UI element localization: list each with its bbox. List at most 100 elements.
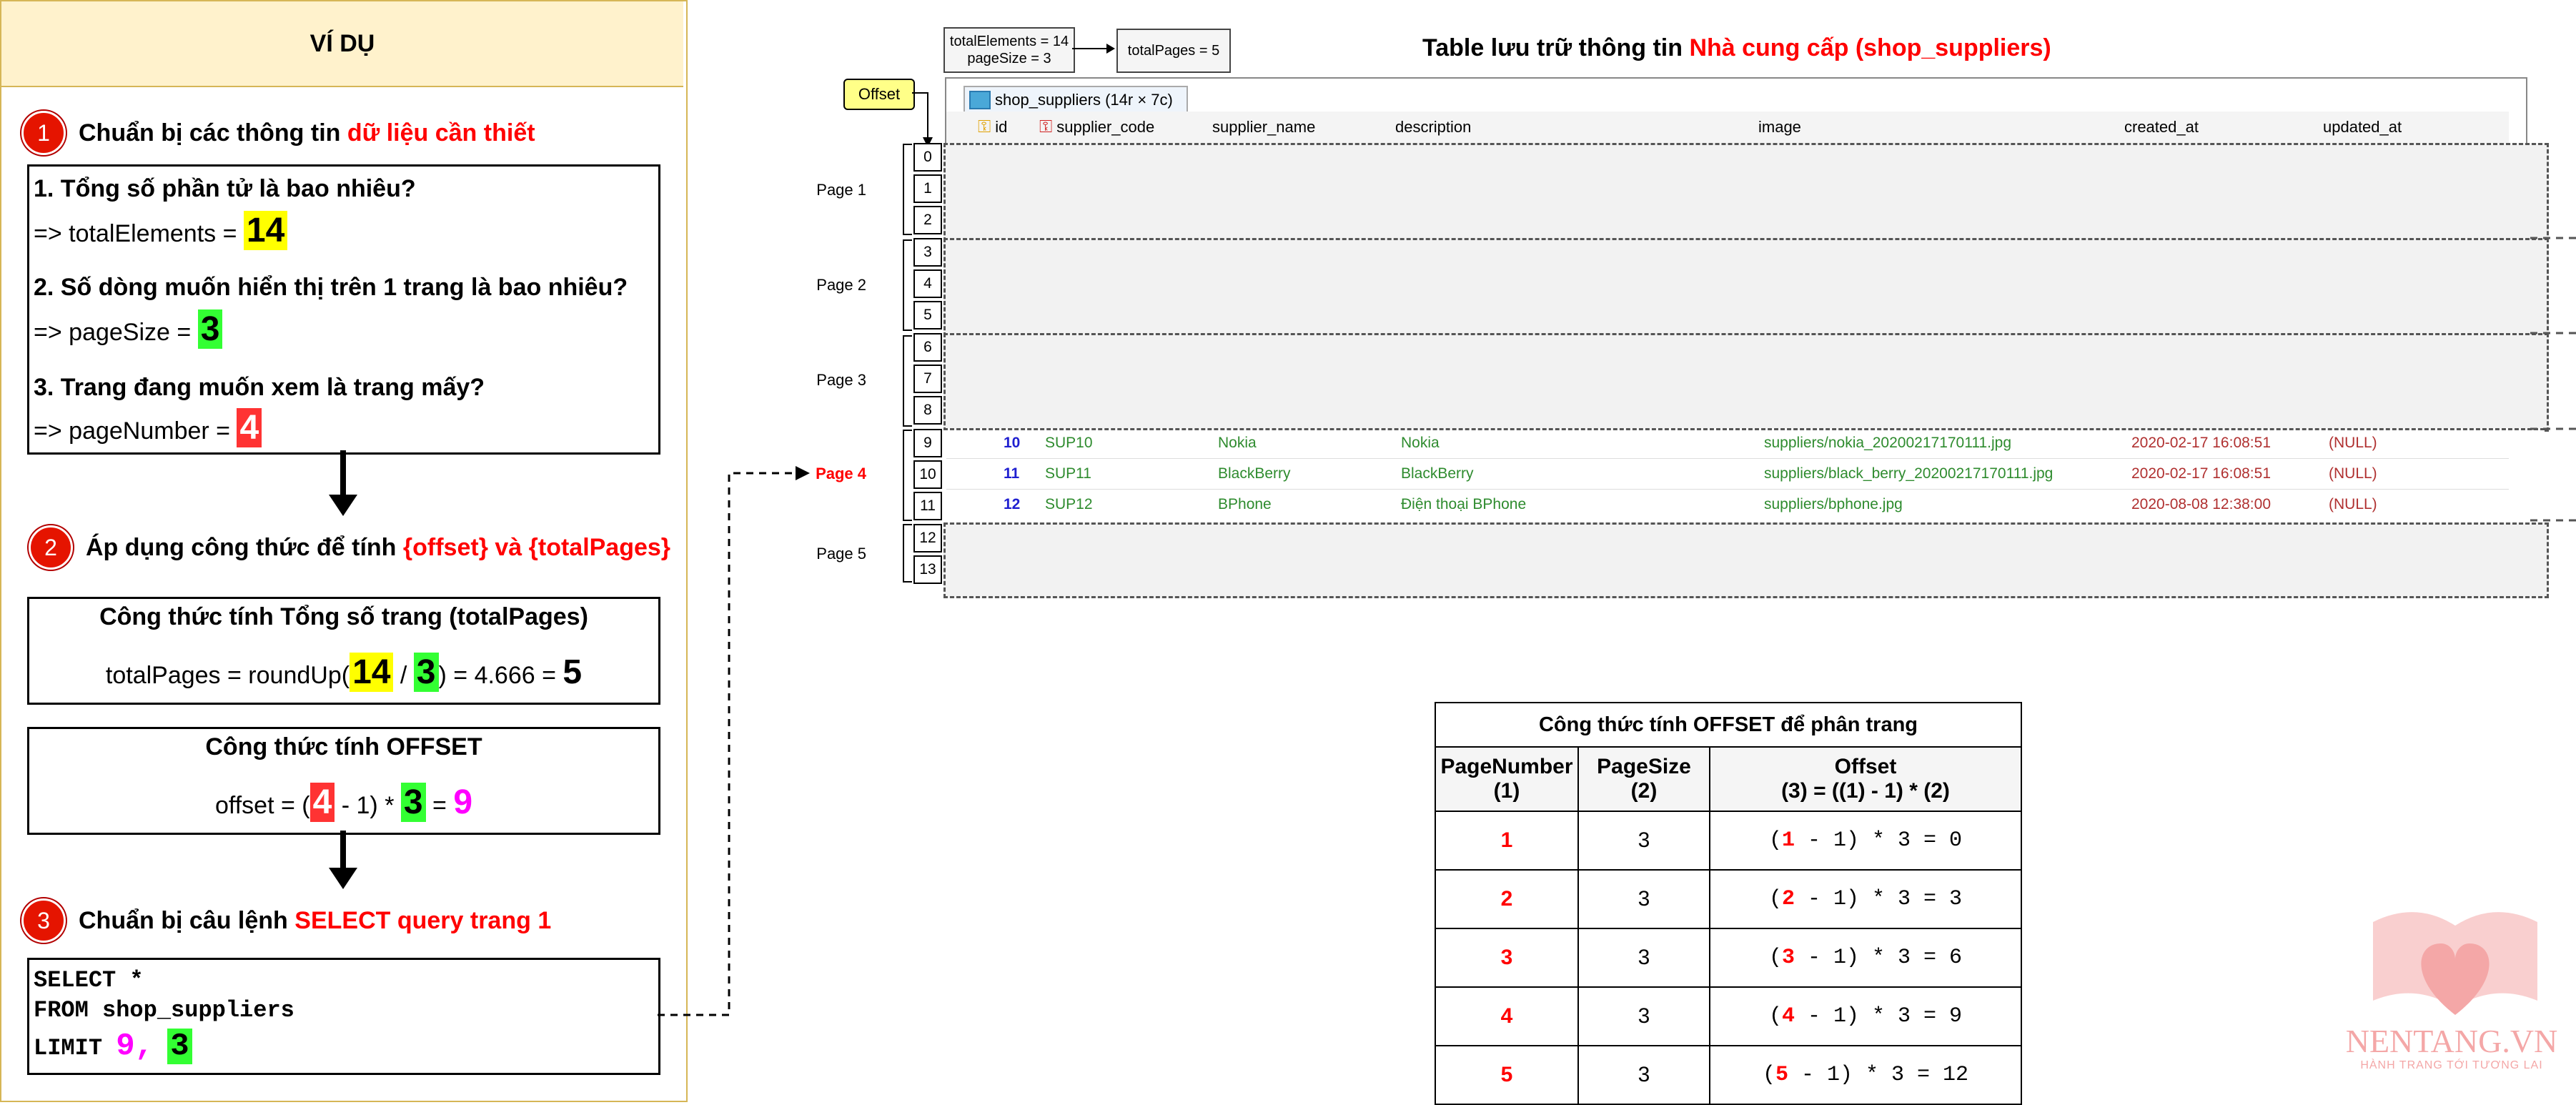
key-icon: ⚿ [978, 117, 991, 137]
arrow-down-icon [329, 831, 357, 889]
offset-table-title: Công thức tính OFFSET để phân trang [1435, 702, 2022, 748]
sql-line-limit: LIMIT 9, 3 [34, 1029, 192, 1064]
question-page-number: 3. Trang đang muốn xem là trang mấy? [34, 374, 485, 401]
page-2-label: Page 2 [816, 276, 866, 294]
paren: ( [1768, 828, 1782, 853]
offset-arrow-icon [912, 92, 933, 147]
answer-page-number: => pageNumber = 4 [34, 408, 262, 447]
page-3-region [943, 333, 2549, 432]
row-index: 10 [913, 460, 942, 489]
page-5-label: Page 5 [816, 545, 866, 563]
logo-tagline: HÀNH TRANG TỚI TƯƠNG LAI [2360, 1059, 2543, 1071]
offset-page: 3 [1781, 946, 1795, 970]
row-index: 5 [913, 301, 942, 329]
row-index: 12 [913, 524, 942, 552]
cell-updated-at: (NULL) [2329, 465, 2377, 482]
step-2-badge: 2 [29, 525, 73, 570]
formula-prefix: offset = ( [214, 792, 310, 819]
row-index: 7 [913, 365, 942, 393]
row-index: 4 [913, 269, 942, 298]
column-header-supplier-name[interactable]: supplier_name [1212, 112, 1315, 143]
offset-page: 5 [1775, 1063, 1788, 1087]
arrow-down-icon [329, 450, 357, 516]
page-number-value: 4 [237, 408, 262, 447]
paren: ( [1768, 1004, 1782, 1029]
formula-page-size: 3 [400, 783, 426, 822]
book-heart-logo-icon [2373, 912, 2537, 1015]
offset-page: 2 [1781, 887, 1795, 911]
header-top: PageSize [1597, 755, 1691, 778]
cell-offset: (1 - 1) * 3 = 0 [1709, 811, 2022, 871]
header-bottom: (2) [1630, 779, 1658, 803]
note-elements: totalElements = 14 pageSize = 3 [943, 27, 1075, 73]
formula-slash: / [393, 662, 414, 689]
formula-suffix: ) = 4.666 = [438, 662, 563, 689]
sql-size-value: 3 [167, 1029, 192, 1064]
cell-page-size: 3 [1577, 811, 1710, 871]
table-title-prefix: Table lưu trữ thông tin [1422, 34, 1690, 61]
cell-created-at: 2020-02-17 16:08:51 [2131, 465, 2271, 482]
column-header-id[interactable]: ⚿ id [978, 112, 1007, 143]
col-header-offset: Offset (3) = ((1) - 1) * (2) [1709, 746, 2022, 812]
answer-prefix: => pageNumber = [34, 417, 237, 445]
header-top: Offset [1834, 755, 1897, 778]
cell-supplier-code: SUP11 [1045, 465, 1091, 482]
page-4-rows: 10 SUP10 Nokia Nokia suppliers/nokia_202… [946, 428, 2509, 521]
page-5-region [943, 522, 2549, 598]
table-row: 3 3 (3 - 1) * 3 = 6 [1435, 928, 2022, 988]
formula-total-pages-result: 5 [563, 653, 583, 691]
dashed-extension-lines [2530, 237, 2576, 522]
formula-offset-result: 9 [453, 783, 473, 821]
offset-formula: offset = (4 - 1) * 3 = 9 [29, 783, 658, 822]
column-header-supplier-code[interactable]: ⚿ supplier_code [1039, 112, 1154, 143]
logo-name: NENTANG.VN [2345, 1023, 2558, 1059]
cell-image: suppliers/black_berry_20200217170111.jpg [1764, 465, 2054, 482]
page-size-value: 3 [197, 309, 223, 349]
table-row[interactable]: 11 SUP11 BlackBerry BlackBerry suppliers… [946, 459, 2509, 490]
offset-rest: - 1) * 3 = 12 [1788, 1063, 1969, 1087]
cell-description: Điện thoại BPhone [1401, 496, 1527, 512]
cell-page-size: 3 [1577, 1045, 1710, 1105]
column-header-updated-at[interactable]: updated_at [2323, 112, 2402, 143]
formula-total-elements: 14 [350, 653, 394, 692]
step-1-text: Chuẩn bị các thông tin [79, 119, 341, 147]
sql-line-select: SELECT * [34, 967, 144, 993]
column-header-created-at[interactable]: created_at [2124, 112, 2199, 143]
sql-query-box: SELECT * FROM shop_suppliers LIMIT 9, 3 [27, 958, 660, 1075]
total-pages-formula: totalPages = roundUp(14 / 3) = 4.666 = 5 [29, 653, 658, 692]
answer-prefix: => pageSize = [34, 319, 198, 346]
paren: ( [1762, 1063, 1775, 1087]
cell-offset: (2 - 1) * 3 = 3 [1709, 869, 2022, 929]
cell-supplier-name: BlackBerry [1218, 465, 1291, 482]
header-bottom: (3) = ((1) - 1) * (2) [1781, 779, 1950, 803]
tab-shop-suppliers[interactable]: shop_suppliers (14r × 7c) [963, 86, 1188, 113]
column-header-image[interactable]: image [1758, 112, 1801, 143]
offset-page: 4 [1781, 1004, 1795, 1029]
cell-page-number: 5 [1435, 1045, 1579, 1105]
row-index: 1 [913, 174, 942, 203]
step-2-heading: 2 Áp dụng công thức để tính {offset} và … [29, 525, 670, 570]
panel-header: VÍ DỤ [1, 1, 683, 87]
cell-id: 12 [1004, 496, 1021, 512]
total-pages-formula-box: Công thức tính Tổng số trang (totalPages… [27, 597, 660, 705]
column-header-row: ⚿ id ⚿ supplier_code supplier_name descrip… [946, 112, 2509, 144]
cell-updated-at: (NULL) [2329, 496, 2377, 512]
table-icon [969, 91, 991, 109]
header-bottom: (1) [1493, 779, 1520, 803]
cell-offset: (4 - 1) * 3 = 9 [1709, 986, 2022, 1046]
step-3-heading: 3 Chuẩn bị câu lệnh SELECT query trang 1 [21, 898, 551, 943]
tab-label: shop_suppliers (14r × 7c) [995, 91, 1173, 109]
cell-supplier-name: BPhone [1218, 496, 1272, 512]
offset-label: Offset [843, 79, 915, 110]
total-elements-value: 14 [243, 211, 288, 250]
offset-rest: - 1) * 3 = 3 [1794, 887, 1963, 911]
table-row[interactable]: 12 SUP12 BPhone Điện thoại BPhone suppli… [946, 490, 2509, 520]
column-header-description[interactable]: description [1395, 112, 1471, 143]
total-pages-title: Công thức tính Tổng số trang (totalPages… [99, 603, 588, 630]
cell-supplier-code: SUP10 [1045, 435, 1093, 451]
step-1-badge: 1 [21, 111, 66, 155]
row-index: 6 [913, 333, 942, 362]
table-row[interactable]: 10 SUP10 Nokia Nokia suppliers/nokia_202… [946, 428, 2509, 459]
formula-prefix: totalPages = roundUp( [105, 662, 350, 689]
step-2-text: Áp dụng công thức để tính [86, 533, 397, 561]
